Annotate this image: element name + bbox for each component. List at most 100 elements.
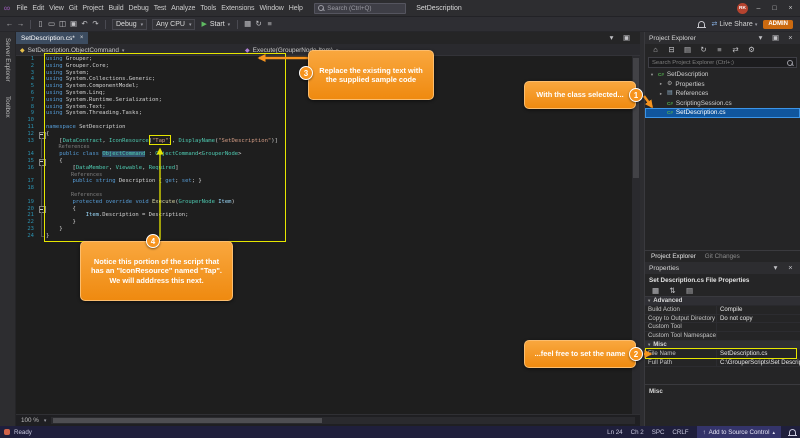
close-tab-icon[interactable] bbox=[80, 35, 84, 41]
status-spc[interactable]: SPC bbox=[652, 429, 665, 436]
home-icon[interactable]: ⌂ bbox=[650, 43, 661, 57]
menu-window[interactable]: Window bbox=[257, 5, 286, 12]
code-line[interactable]: 13 [DataContract, IconResource("Tap"), D… bbox=[18, 138, 632, 145]
alphabetical-icon[interactable]: ⇅ bbox=[667, 284, 678, 298]
horizontal-scrollbar[interactable] bbox=[51, 417, 635, 424]
tree-item-properties[interactable]: ▸⚙Properties bbox=[645, 80, 800, 90]
back-icon[interactable]: ← bbox=[4, 17, 15, 31]
scrollbar-thumb[interactable] bbox=[633, 58, 639, 178]
code-line[interactable]: 21 Item.Description = Description; bbox=[18, 212, 632, 219]
document-dropdown-icon[interactable]: ▾ bbox=[606, 31, 617, 45]
live-share-button[interactable]: Live Share bbox=[711, 20, 757, 28]
pin-icon[interactable]: ▣ bbox=[770, 31, 781, 45]
save-icon[interactable]: ◫ bbox=[57, 17, 68, 31]
menu-edit[interactable]: Edit bbox=[30, 5, 47, 12]
code-line[interactable]: 18 bbox=[18, 185, 632, 192]
start-debugging-button[interactable]: ▶ Start bbox=[201, 20, 230, 28]
fold-marker[interactable] bbox=[38, 206, 46, 213]
expander-icon[interactable]: ▾ bbox=[649, 72, 655, 78]
menu-debug[interactable]: Debug bbox=[126, 5, 151, 12]
menu-file[interactable]: File bbox=[14, 5, 30, 12]
menu-view[interactable]: View bbox=[47, 5, 67, 12]
code-line[interactable]: 20 { bbox=[18, 206, 632, 213]
property-value[interactable] bbox=[717, 323, 800, 331]
code-line[interactable]: 11namespace SetDescription bbox=[18, 124, 632, 131]
menu-extensions[interactable]: Extensions bbox=[219, 5, 257, 12]
property-category-advanced[interactable]: ▾Advanced bbox=[645, 297, 800, 306]
tree-item-references[interactable]: ▸▤References bbox=[645, 89, 800, 99]
close-icon[interactable]: × bbox=[785, 31, 796, 45]
sync-icon[interactable]: ⇄ bbox=[730, 43, 741, 57]
tree-item-setdescription-cs[interactable]: C#SetDescription.cs bbox=[645, 108, 800, 118]
project-explorer-search-input[interactable]: Search Project Explorer (Ctrl+;) bbox=[648, 57, 797, 68]
new-file-icon[interactable]: ▯ bbox=[35, 17, 46, 31]
admin-badge[interactable]: ADMIN bbox=[763, 20, 793, 29]
fold-marker[interactable] bbox=[38, 131, 46, 138]
solution-configuration-dropdown[interactable]: Debug bbox=[112, 19, 147, 30]
refresh-icon[interactable]: ↻ bbox=[253, 17, 264, 31]
forward-icon[interactable]: → bbox=[15, 17, 26, 31]
menu-project[interactable]: Project bbox=[80, 5, 106, 12]
side-tab-server-explorer[interactable]: Server Explorer bbox=[4, 38, 11, 82]
open-file-icon[interactable]: ▭ bbox=[46, 17, 57, 31]
status-crlf[interactable]: CRLF bbox=[672, 429, 688, 436]
live-unit-testing-icon[interactable]: ▦ bbox=[242, 17, 253, 31]
float-window-icon[interactable]: ▣ bbox=[621, 31, 632, 45]
menu-tools[interactable]: Tools bbox=[198, 5, 219, 12]
property-category-misc[interactable]: ▾Misc bbox=[645, 341, 800, 350]
property-value[interactable] bbox=[717, 332, 800, 340]
collapse-all-icon[interactable]: ⊟ bbox=[666, 43, 677, 57]
window-menu-icon[interactable]: ▾ bbox=[770, 261, 781, 275]
more-commands-icon[interactable]: ≡ bbox=[264, 17, 275, 31]
show-all-files-icon[interactable]: ▤ bbox=[682, 43, 693, 57]
close-window-button[interactable] bbox=[785, 0, 796, 17]
codelens-row[interactable]: References bbox=[18, 144, 632, 151]
save-all-icon[interactable]: ▣ bbox=[68, 17, 79, 31]
add-to-source-control-button[interactable]: Add to Source Control bbox=[697, 426, 781, 438]
menu-build[interactable]: Build bbox=[106, 5, 126, 12]
code-line[interactable]: 24} bbox=[18, 233, 632, 240]
panel-tab-project-explorer[interactable]: Project Explorer bbox=[651, 253, 696, 260]
code-line[interactable]: 9using System.Threading.Tasks; bbox=[18, 110, 632, 117]
tree-item-scriptingsession-cs[interactable]: C#ScriptingSession.cs bbox=[645, 99, 800, 109]
quick-search-input[interactable]: Search (Ctrl+Q) bbox=[314, 3, 406, 14]
code-line[interactable]: 14 public class ObjectCommand : ObjectCo… bbox=[18, 151, 632, 158]
zoom-level[interactable]: 100 % bbox=[21, 417, 39, 424]
notifications-bell-icon[interactable] bbox=[698, 21, 705, 27]
code-line[interactable]: 16 [DataMember, Viewable, Required] bbox=[18, 165, 632, 172]
property-value[interactable]: C:\GrouperScripts\Set Descriptio bbox=[717, 359, 800, 367]
code-line[interactable]: 15 { bbox=[18, 158, 632, 165]
close-icon[interactable]: × bbox=[785, 261, 796, 275]
codelens-row[interactable]: References bbox=[18, 192, 632, 199]
properties-header[interactable]: Properties ▾× bbox=[645, 262, 800, 274]
fold-marker[interactable] bbox=[38, 158, 46, 165]
properties-icon[interactable]: ⚙ bbox=[746, 43, 757, 57]
expander-icon[interactable]: ▸ bbox=[658, 91, 664, 97]
code-line[interactable]: 19 protected override void Execute(Group… bbox=[18, 199, 632, 206]
categorized-icon[interactable]: ▦ bbox=[650, 284, 661, 298]
code-line[interactable]: 23 } bbox=[18, 226, 632, 233]
menu-analyze[interactable]: Analyze bbox=[169, 5, 198, 12]
maximize-button[interactable] bbox=[769, 0, 780, 17]
expander-icon[interactable]: ▸ bbox=[658, 81, 664, 87]
side-tab-toolbox[interactable]: Toolbox bbox=[4, 96, 11, 118]
solution-platform-dropdown[interactable]: Any CPU bbox=[152, 19, 195, 30]
menu-test[interactable]: Test bbox=[151, 5, 168, 12]
refresh-icon[interactable]: ↻ bbox=[698, 43, 709, 57]
code-line[interactable]: 10 bbox=[18, 117, 632, 124]
menu-help[interactable]: Help bbox=[286, 5, 305, 12]
minimize-button[interactable] bbox=[753, 0, 764, 17]
menu-git[interactable]: Git bbox=[66, 5, 80, 12]
property-value[interactable]: Compile bbox=[717, 306, 800, 314]
property-pages-icon[interactable]: ▤ bbox=[684, 284, 695, 298]
codelens-row[interactable]: References bbox=[18, 172, 632, 179]
type-dropdown[interactable]: SetDescription.ObjectCommand bbox=[16, 44, 128, 56]
property-value[interactable]: SetDescription.cs bbox=[717, 350, 800, 358]
status-ch-2[interactable]: Ch 2 bbox=[631, 429, 644, 436]
status-ln-24[interactable]: Ln 24 bbox=[607, 429, 622, 436]
tree-item-setdescription[interactable]: ▾C#SetDescription bbox=[645, 70, 800, 80]
user-avatar[interactable]: RK bbox=[737, 3, 748, 14]
scrollbar-thumb[interactable] bbox=[53, 418, 321, 423]
nest-icon[interactable]: ≡ bbox=[714, 43, 725, 57]
code-line[interactable]: 12{ bbox=[18, 131, 632, 138]
